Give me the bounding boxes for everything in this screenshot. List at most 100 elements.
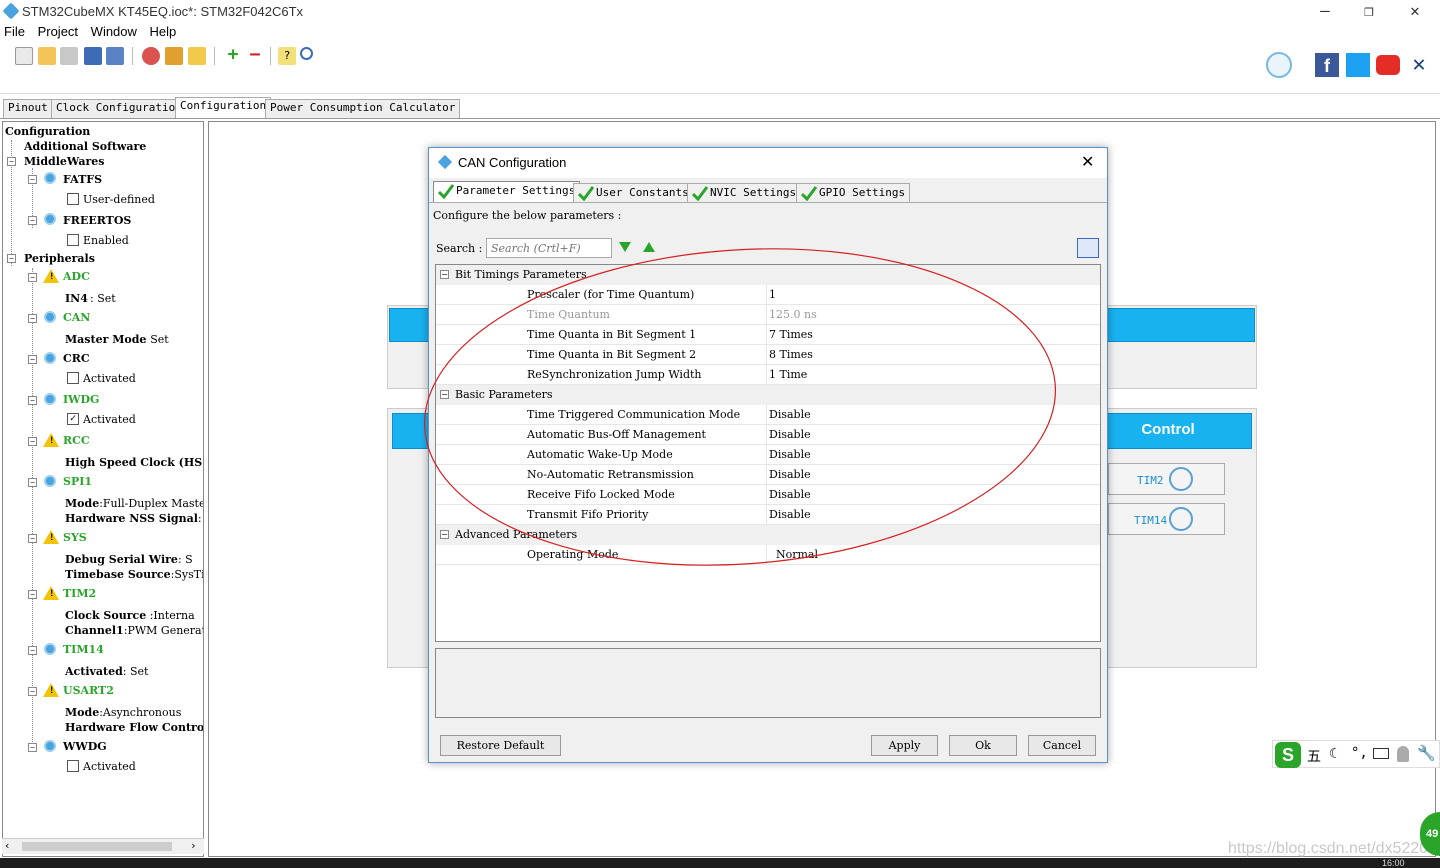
collapse-icon[interactable]: − [28, 534, 37, 543]
collapse-icon[interactable]: − [28, 590, 37, 599]
menu-help[interactable]: Help [150, 24, 177, 39]
wwdg-activated-checkbox[interactable] [67, 760, 79, 772]
tree-can[interactable]: CAN [63, 311, 90, 324]
help-icon[interactable]: ? [278, 47, 296, 65]
tab-gpio-settings[interactable]: GPIO Settings [796, 183, 911, 202]
menu-file[interactable]: File [4, 24, 25, 39]
collapse-icon[interactable]: − [7, 157, 16, 166]
configuration-tree: Configuration Additional Software − Midd… [2, 121, 204, 857]
minimize-button[interactable]: – [1302, 0, 1348, 24]
maximize-button[interactable]: ❐ [1346, 0, 1392, 24]
cancel-button[interactable]: Cancel [1028, 735, 1096, 756]
tree-freertos[interactable]: FREERTOS [63, 214, 131, 227]
collapse-icon[interactable]: − [28, 437, 37, 446]
keyboard-icon[interactable] [1373, 748, 1389, 759]
tab-nvic-settings[interactable]: NVIC Settings [687, 183, 802, 202]
tab-parameter-settings[interactable]: Parameter Settings [433, 181, 581, 202]
check-icon [437, 183, 455, 200]
iwdg-activated-checkbox[interactable]: ✓ [67, 413, 79, 425]
tim2-button[interactable]: TIM2 [1108, 463, 1225, 495]
collapse-icon[interactable]: − [28, 396, 37, 405]
facebook-icon[interactable]: f [1315, 53, 1339, 77]
freertos-enabled-label: Enabled [83, 234, 129, 247]
sogou-icon[interactable]: S [1275, 742, 1301, 768]
collapse-icon[interactable]: − [28, 478, 37, 487]
menu-window[interactable]: Window [91, 24, 137, 39]
scroll-left-icon[interactable]: ‹ [4, 839, 11, 852]
plus-icon[interactable]: + [224, 46, 242, 65]
apply-button[interactable]: Apply [871, 735, 938, 756]
tim2-button-label: TIM2 [1137, 474, 1164, 487]
menu-project[interactable]: Project [38, 24, 78, 39]
update-badge-icon[interactable] [1266, 52, 1292, 78]
tree-usart2[interactable]: USART2 [63, 684, 114, 697]
dialog-close-button[interactable]: ✕ [1081, 152, 1094, 172]
tree-iwdg[interactable]: IWDG [63, 393, 99, 406]
tree-rcc[interactable]: RCC [63, 434, 90, 447]
wrench-icon[interactable]: 🔧 [1417, 744, 1436, 762]
save-all-icon[interactable] [106, 47, 124, 65]
iwdg-activated-label: Activated [83, 413, 136, 426]
close-window-button[interactable]: ✕ [1392, 0, 1438, 24]
new-file-icon[interactable] [15, 47, 33, 65]
tree-sys[interactable]: SYS [63, 531, 87, 544]
adc-in4-value: : Set [90, 292, 116, 305]
tab-gpio-settings-label: GPIO Settings [819, 186, 906, 199]
scroll-thumb[interactable] [22, 842, 172, 851]
tab-clock-configuration[interactable]: Clock Configuration [51, 99, 187, 118]
script-icon[interactable] [188, 47, 206, 65]
collapse-icon[interactable]: − [28, 273, 37, 282]
tree-wwdg[interactable]: WWDG [63, 740, 107, 753]
network-icon[interactable]: ✕ [1406, 53, 1432, 79]
tree-tim2[interactable]: TIM2 [63, 587, 96, 600]
collapse-icon[interactable]: − [28, 355, 37, 364]
tree-middlewares[interactable]: MiddleWares [24, 155, 104, 168]
collapse-icon[interactable]: − [28, 314, 37, 323]
clock-text: 16:00 [1382, 858, 1405, 868]
scroll-right-icon[interactable]: › [190, 839, 197, 852]
tree-tim14[interactable]: TIM14 [63, 643, 104, 656]
open-folder-icon[interactable] [38, 47, 56, 65]
collapse-icon[interactable]: − [7, 254, 16, 263]
tab-user-constants[interactable]: User Constants [573, 183, 694, 202]
toolbar-separator [214, 47, 215, 65]
collapse-icon[interactable]: − [28, 743, 37, 752]
ime-toolbar: S 五 ☾ °, 🔧 [1272, 740, 1440, 768]
collapse-icon[interactable]: − [28, 687, 37, 696]
tree-additional-software[interactable]: Additional Software [24, 140, 146, 153]
minus-icon[interactable]: − [246, 46, 264, 65]
ok-button[interactable]: Ok [949, 735, 1017, 756]
youtube-icon[interactable] [1376, 55, 1400, 75]
collapse-icon[interactable]: − [28, 216, 37, 225]
collapse-icon[interactable]: − [28, 646, 37, 655]
user-icon[interactable] [1397, 746, 1409, 762]
tree-peripherals[interactable]: Peripherals [24, 252, 95, 265]
tree-spi1[interactable]: SPI1 [63, 475, 92, 488]
fatfs-user-defined-checkbox[interactable] [67, 193, 79, 205]
search-zoom-icon[interactable] [300, 47, 313, 60]
window-title: STM32CubeMX KT45EQ.ioc*: STM32F042C6Tx [22, 4, 304, 19]
tab-configuration[interactable]: Configuration [175, 97, 272, 118]
twitter-icon[interactable] [1346, 53, 1370, 77]
tools-icon[interactable] [165, 47, 183, 65]
punctuation-icon[interactable]: °, [1351, 745, 1368, 761]
generate-icon[interactable] [142, 47, 160, 65]
list-view-icon[interactable] [1077, 238, 1099, 258]
tab-power-consumption[interactable]: Power Consumption Calculator [265, 99, 461, 118]
tree-crc[interactable]: CRC [63, 352, 90, 365]
tree-fatfs[interactable]: FATFS [63, 173, 102, 186]
tim14-button[interactable]: TIM14 [1108, 503, 1225, 535]
collapse-icon[interactable]: − [28, 175, 37, 184]
freertos-enabled-checkbox[interactable] [67, 234, 79, 246]
moon-icon[interactable]: ☾ [1329, 746, 1337, 762]
adc-in4-label: IN4 [65, 292, 88, 305]
ime-mode[interactable]: 五 [1307, 746, 1321, 766]
copy-icon[interactable] [60, 47, 78, 65]
tree-horizontal-scrollbar[interactable]: ‹ › [2, 838, 204, 854]
save-icon[interactable] [84, 47, 102, 65]
tab-pinout[interactable]: Pinout [3, 99, 53, 118]
tree-adc[interactable]: ADC [63, 270, 90, 283]
crc-activated-checkbox[interactable] [67, 372, 79, 384]
title-bar: STM32CubeMX KT45EQ.ioc*: STM32F042C6Tx –… [0, 0, 1440, 24]
restore-default-button[interactable]: Restore Default [440, 735, 561, 756]
